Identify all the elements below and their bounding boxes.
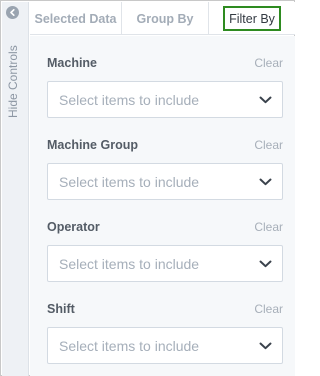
tab-group-by[interactable]: Group By [122,2,208,35]
filter-operator-title: Operator [47,220,100,234]
chevron-down-icon [259,178,272,185]
filter-operator-clear-button[interactable]: Clear [254,220,283,234]
filter-shift-clear-button[interactable]: Clear [254,302,283,316]
filter-machine-select[interactable]: Select items to include [47,81,283,118]
filter-machine-title: Machine [47,56,98,70]
tab-group-by-label: Group By [136,11,194,26]
filter-shift-select[interactable]: Select items to include [47,327,283,364]
tab-selected-data-label: Selected Data [34,11,117,26]
filter-shift: Shift Clear Select items to include [47,301,283,364]
tab-selected-data[interactable]: Selected Data [30,2,122,35]
hide-controls-label-wrap: Hide Controls [6,38,22,118]
tab-bar: Selected Data Group By Filter By [30,2,295,35]
filter-machine: Machine Clear Select items to include [47,55,283,118]
chevron-down-icon [259,96,272,103]
filter-panel-window: Hide Controls Selected Data Group By Fil… [0,0,295,376]
tab-filter-by[interactable]: Filter By [208,2,295,35]
filter-shift-placeholder: Select items to include [59,337,200,354]
filter-list: Machine Clear Select items to include Ma… [30,36,295,376]
filter-machine-group-title: Machine Group [47,138,138,152]
filter-shift-title: Shift [47,302,75,316]
chevron-down-icon [259,260,272,267]
filter-machine-placeholder: Select items to include [59,91,200,108]
filter-operator-placeholder: Select items to include [59,255,200,272]
filter-machine-clear-button[interactable]: Clear [254,56,283,70]
chevron-down-icon [259,342,272,349]
filter-operator-select[interactable]: Select items to include [47,245,283,282]
filter-machine-group-select[interactable]: Select items to include [47,163,283,200]
hide-controls-rail[interactable]: Hide Controls [2,2,29,376]
tab-filter-by-label: Filter By [223,6,281,31]
filter-machine-group-clear-button[interactable]: Clear [254,138,283,152]
hide-controls-label[interactable]: Hide Controls [6,45,20,118]
filter-machine-group: Machine Group Clear Select items to incl… [47,137,283,200]
chevron-left-icon [10,9,15,16]
filter-machine-group-placeholder: Select items to include [59,173,200,190]
collapse-panel-button[interactable] [6,6,19,19]
filter-operator: Operator Clear Select items to include [47,219,283,282]
